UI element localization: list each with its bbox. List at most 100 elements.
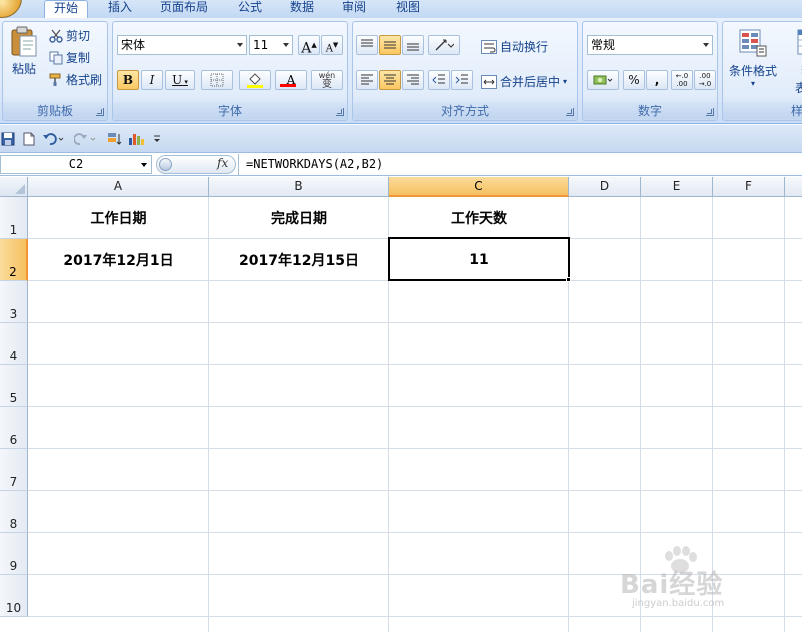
- number-launcher-icon[interactable]: [706, 108, 714, 116]
- column-header-a[interactable]: A: [28, 177, 209, 197]
- tab-insert[interactable]: 插入: [100, 0, 140, 18]
- column-header-g[interactable]: [785, 177, 802, 197]
- underline-button[interactable]: U ▾: [165, 70, 195, 90]
- align-right-icon: [407, 74, 419, 85]
- row-header-1[interactable]: 1: [0, 197, 28, 239]
- tab-formulas[interactable]: 公式: [230, 0, 270, 18]
- column-header-b[interactable]: B: [209, 177, 389, 197]
- align-center-button[interactable]: [379, 70, 401, 90]
- column-header-e[interactable]: E: [641, 177, 713, 197]
- bold-button[interactable]: B: [117, 70, 139, 90]
- cell-a2[interactable]: 2017年12月1日: [28, 239, 209, 280]
- cell-a1[interactable]: 工作日期: [28, 197, 209, 238]
- decrease-decimal-icon: .00 →.0: [698, 72, 712, 88]
- bold-label: B: [122, 73, 134, 87]
- border-button[interactable]: [201, 70, 233, 90]
- row-header-3[interactable]: 3: [0, 281, 28, 323]
- font-color-swatch: [280, 84, 296, 87]
- cell-b1[interactable]: 完成日期: [209, 197, 389, 238]
- format-as-table-button[interactable]: 套 表格: [787, 28, 802, 98]
- undo-icon[interactable]: [42, 132, 64, 146]
- formula-bar: C2 fx =NETWORKDAYS(A2,B2): [0, 154, 802, 176]
- font-size-value: 11: [253, 38, 269, 52]
- row-header-2[interactable]: 2: [0, 239, 28, 281]
- font-name-select[interactable]: 宋体: [117, 35, 247, 55]
- orientation-button[interactable]: [428, 35, 460, 55]
- paste-button[interactable]: 粘贴: [7, 26, 41, 84]
- row-header-4[interactable]: 4: [0, 323, 28, 365]
- customize-toolbar-icon[interactable]: [152, 132, 162, 146]
- insert-function-icon[interactable]: fx: [217, 156, 228, 170]
- gridline: [28, 616, 802, 617]
- tab-home[interactable]: 开始: [44, 0, 88, 19]
- clipboard-group-label: 剪贴板: [3, 103, 107, 119]
- alignment-group: 自动换行 合并后居中 ▾ 对齐方式: [352, 21, 578, 121]
- font-name-value: 宋体: [121, 38, 146, 52]
- percent-button[interactable]: %: [623, 70, 645, 90]
- chevron-down-icon: [141, 163, 147, 167]
- format-painter-button[interactable]: 格式刷: [49, 71, 102, 88]
- italic-button[interactable]: I: [141, 70, 163, 90]
- wrap-text-label: 自动换行: [500, 40, 549, 54]
- chart-icon[interactable]: [128, 132, 146, 146]
- row-header-8[interactable]: 8: [0, 491, 28, 533]
- increase-decimal-button[interactable]: ←.0.00: [671, 70, 693, 90]
- tab-data[interactable]: 数据: [282, 0, 322, 18]
- column-header-d[interactable]: D: [569, 177, 641, 197]
- formula-input[interactable]: =NETWORKDAYS(A2,B2): [238, 154, 802, 175]
- paintbrush-icon: [49, 73, 61, 86]
- increase-indent-button[interactable]: [451, 70, 473, 90]
- font-size-select[interactable]: 11: [249, 35, 293, 55]
- clipboard-launcher-icon[interactable]: [96, 108, 104, 116]
- name-box[interactable]: C2: [0, 155, 152, 174]
- comma-button[interactable]: ,: [646, 70, 668, 90]
- select-all-button[interactable]: [0, 177, 28, 197]
- column-header-f[interactable]: F: [713, 177, 785, 197]
- row-header-5[interactable]: 5: [0, 365, 28, 407]
- align-bottom-button[interactable]: [402, 35, 424, 55]
- font-launcher-icon[interactable]: [336, 108, 344, 116]
- save-icon[interactable]: [1, 132, 15, 146]
- conditional-format-button[interactable]: 条件格式 ▾: [725, 28, 781, 98]
- office-button[interactable]: [0, 0, 22, 18]
- new-file-icon[interactable]: [22, 132, 36, 146]
- align-top-button[interactable]: [356, 35, 378, 55]
- row-header-6[interactable]: 6: [0, 407, 28, 449]
- decrease-decimal-button[interactable]: .00 →.0: [694, 70, 716, 90]
- align-right-button[interactable]: [402, 70, 424, 90]
- tab-review[interactable]: 审阅: [334, 0, 374, 18]
- align-middle-button[interactable]: [379, 35, 401, 55]
- wrap-text-button[interactable]: 自动换行: [481, 38, 548, 55]
- redo-icon[interactable]: [74, 132, 96, 146]
- conditional-format-icon: [739, 29, 767, 57]
- percent-label: %: [628, 73, 640, 87]
- phonetic-button[interactable]: wén 变: [311, 70, 343, 90]
- merge-cells-icon: [481, 74, 497, 89]
- grow-font-button[interactable]: A▲: [298, 35, 320, 57]
- currency-icon: [593, 75, 613, 85]
- fill-handle[interactable]: [566, 277, 571, 282]
- sort-icon[interactable]: [107, 132, 123, 146]
- ribbon-tab-strip: 开始 插入 页面布局 公式 数据 审阅 视图: [0, 0, 802, 19]
- gridline: [28, 448, 802, 449]
- tab-view[interactable]: 视图: [388, 0, 428, 18]
- styles-group: 条件格式 ▾ 套 表格 样: [722, 21, 802, 121]
- copy-button[interactable]: 复制: [49, 49, 90, 66]
- accounting-format-button[interactable]: [587, 70, 619, 90]
- tab-page-layout[interactable]: 页面布局: [152, 0, 216, 18]
- shrink-font-button[interactable]: A▼: [321, 35, 343, 55]
- number-format-select[interactable]: 常规: [587, 35, 713, 55]
- row-header-7[interactable]: 7: [0, 449, 28, 491]
- cell-b2[interactable]: 2017年12月15日: [209, 239, 389, 280]
- alignment-launcher-icon[interactable]: [566, 108, 574, 116]
- row-header-9[interactable]: 9: [0, 533, 28, 575]
- align-left-button[interactable]: [356, 70, 378, 90]
- row-header-10[interactable]: 10: [0, 575, 28, 617]
- merge-center-button[interactable]: 合并后居中 ▾: [481, 73, 567, 90]
- decrease-indent-button[interactable]: [428, 70, 450, 90]
- fill-color-button[interactable]: [239, 70, 271, 90]
- column-header-c[interactable]: C: [389, 177, 569, 197]
- font-color-button[interactable]: A: [275, 70, 307, 90]
- cell-c1[interactable]: 工作天数: [389, 197, 569, 238]
- cut-button[interactable]: 剪切: [49, 27, 90, 44]
